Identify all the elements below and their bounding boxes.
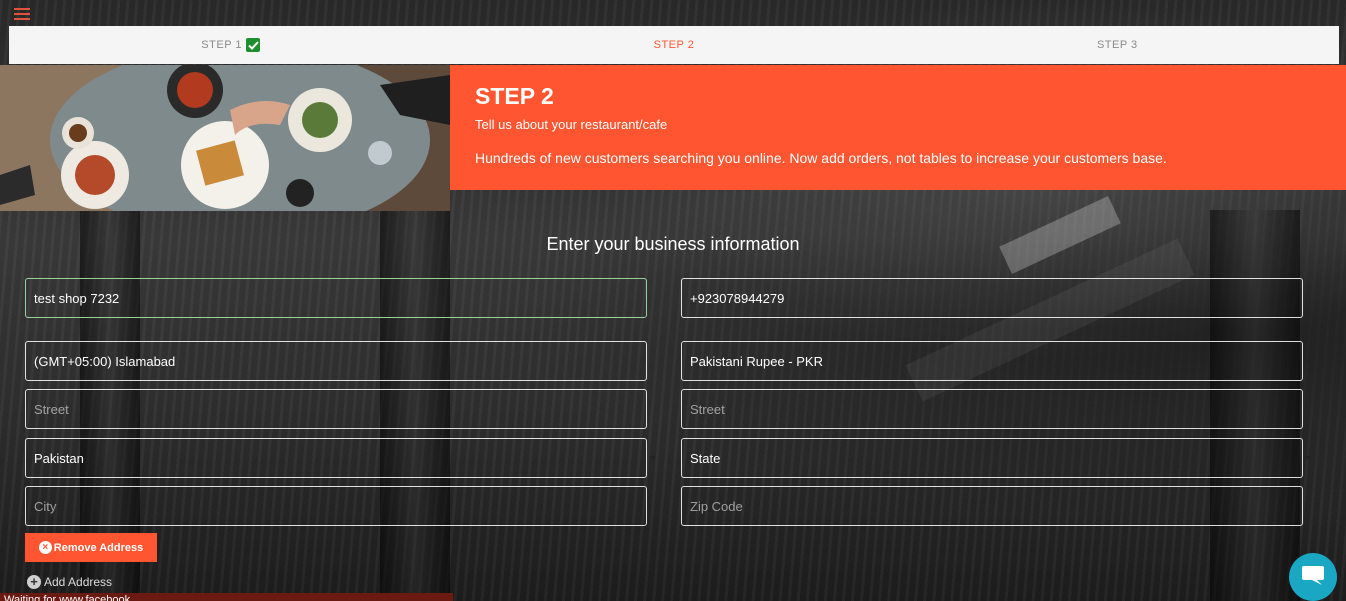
city-textbox[interactable]: [34, 498, 638, 514]
street-left-textbox[interactable]: [34, 401, 638, 417]
hero-title: STEP 2: [475, 83, 554, 109]
remove-address-button[interactable]: × Remove Address: [25, 533, 157, 562]
currency-value: Pakistani Rupee - PKR: [690, 353, 823, 369]
street-right-textbox[interactable]: [690, 401, 1294, 417]
chat-icon: [1301, 564, 1325, 591]
step-3-label: STEP 3: [1096, 39, 1138, 51]
checkmark-icon: [246, 38, 261, 52]
zip-code-input[interactable]: [681, 486, 1303, 526]
step-3[interactable]: STEP 3: [896, 39, 1339, 51]
timezone-value: (GMT+05:00) Islamabad: [34, 353, 176, 369]
hero-food-image: [0, 65, 450, 211]
chat-button[interactable]: [1289, 553, 1337, 601]
hero-subtitle: Tell us about your restaurant/cafe: [475, 117, 668, 132]
menu-icon[interactable]: [14, 8, 32, 20]
street-left-input[interactable]: [25, 389, 647, 429]
status-toast: Waiting for www.facebook...: [0, 593, 453, 601]
chevron-down-icon: [1305, 359, 1311, 363]
business-name-field[interactable]: test shop 7232: [25, 278, 647, 318]
country-select[interactable]: Pakistan: [25, 438, 647, 478]
phone-value: +923078944279: [690, 290, 785, 306]
phone-field[interactable]: +923078944279: [681, 278, 1303, 318]
step-2[interactable]: STEP 2: [452, 39, 895, 51]
form-title: Enter your business information: [546, 234, 800, 254]
city-input[interactable]: [25, 486, 647, 526]
plus-circle-icon: +: [27, 575, 41, 589]
state-select[interactable]: State: [681, 438, 1303, 478]
step-2-label: STEP 2: [653, 39, 695, 51]
timezone-select[interactable]: (GMT+05:00) Islamabad: [25, 341, 647, 381]
zip-code-textbox[interactable]: [690, 498, 1294, 514]
state-value: State: [690, 450, 721, 466]
chevron-down-icon: [650, 456, 656, 460]
currency-select[interactable]: Pakistani Rupee - PKR: [681, 341, 1303, 381]
step-1-label: STEP 1: [201, 39, 243, 51]
street-right-input[interactable]: [681, 389, 1303, 429]
stepper: STEP 1 STEP 2 STEP 3: [9, 26, 1339, 64]
chevron-down-icon: [1305, 456, 1311, 460]
add-address-label: Add Address: [44, 575, 113, 589]
business-name-value: test shop 7232: [34, 290, 120, 306]
close-circle-icon: ×: [38, 541, 52, 554]
country-value: Pakistan: [34, 450, 84, 466]
hero-description: Hundreds of new customers searching you …: [475, 150, 1167, 166]
step-1[interactable]: STEP 1: [9, 38, 452, 52]
add-address-link[interactable]: + Add Address: [27, 575, 112, 589]
hero-panel: STEP 2 Tell us about your restaurant/caf…: [450, 65, 1346, 190]
remove-address-label: Remove Address: [53, 541, 144, 554]
